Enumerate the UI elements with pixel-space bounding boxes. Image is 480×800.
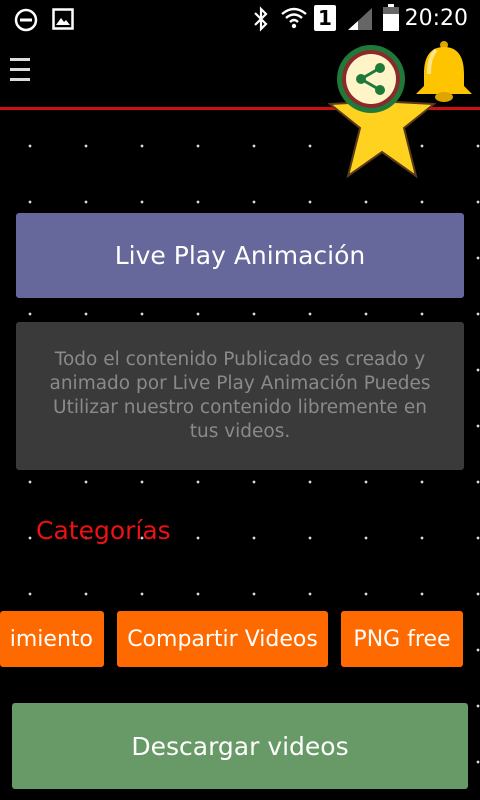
category-chip-partial[interactable]: imiento — [0, 611, 104, 667]
bell-icon[interactable] — [412, 40, 476, 106]
status-bar: 1 20:20 — [0, 0, 480, 38]
app-title: Live Play Animación — [114, 241, 366, 270]
app-screen: 1 20:20 Live Play Animación Todo el cont… — [0, 0, 480, 800]
category-chip-png-free[interactable]: PNG free — [341, 611, 463, 667]
wifi-icon — [281, 7, 307, 29]
image-icon — [52, 8, 74, 30]
download-label: Descargar videos — [131, 731, 349, 761]
category-chip-share-videos[interactable]: Compartir Videos — [117, 611, 328, 667]
sim-number: 1 — [318, 6, 332, 30]
status-time: 20:20 — [404, 6, 468, 31]
signal-icon — [348, 8, 372, 30]
download-videos-button[interactable]: Descargar videos — [12, 703, 468, 789]
categories-row[interactable]: imiento Compartir Videos PNG free — [0, 611, 480, 667]
share-icon[interactable] — [336, 44, 406, 114]
category-label: Compartir Videos — [127, 626, 318, 652]
bluetooth-icon — [254, 6, 268, 32]
title-card: Live Play Animación — [16, 213, 464, 298]
description-card: Todo el contenido Publicado es creado y … — [16, 322, 464, 470]
category-label: imiento — [9, 626, 93, 652]
description-text: Todo el contenido Publicado es creado y … — [49, 349, 431, 442]
categories-heading: Categorías — [36, 516, 171, 545]
dnd-icon — [14, 8, 38, 32]
hamburger-menu-icon[interactable] — [10, 58, 32, 86]
category-label: PNG free — [353, 626, 451, 652]
sim-icon: 1 — [314, 5, 336, 31]
battery-icon — [383, 4, 399, 31]
